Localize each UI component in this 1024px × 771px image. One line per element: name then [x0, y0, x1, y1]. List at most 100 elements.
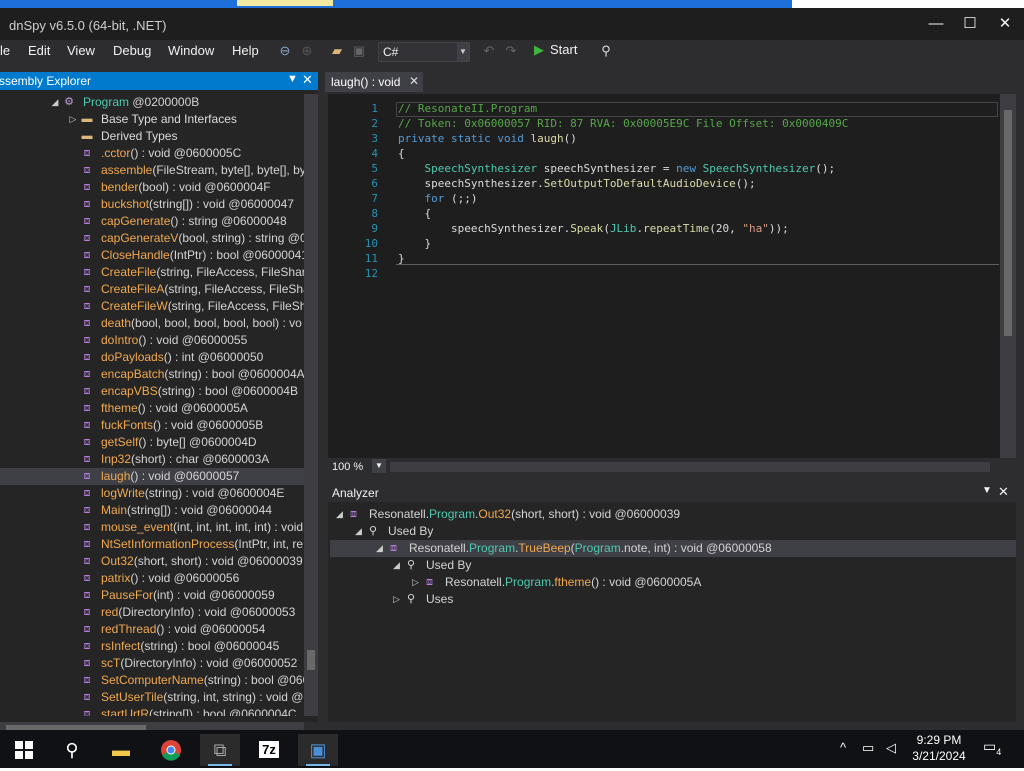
volume-icon[interactable]: ◁ — [886, 740, 896, 756]
code-line[interactable]: speechSynthesizer.Speak(JLib.repeatTime(… — [398, 222, 789, 235]
editor-vscroll[interactable] — [1000, 94, 1016, 458]
tree-method[interactable]: ⧈ ftheme() : void @0600005A — [0, 400, 304, 417]
menu-file[interactable]: le — [0, 43, 10, 58]
tree-method[interactable]: ⧈ CreateFileW(string, FileAccess, FileSha — [0, 298, 305, 315]
analyzer-tree[interactable]: ◢ ⧈ Resonatell.Program.Out32(short, short)… — [328, 502, 1016, 722]
file-explorer-icon[interactable]: ▬ — [101, 734, 141, 766]
tree-method[interactable]: ⧈ Main(string[]) : void @06000044 — [0, 502, 304, 519]
collapsed-icon[interactable]: ▷ — [393, 591, 400, 608]
menu-view[interactable]: View — [67, 43, 95, 58]
minimize-button[interactable]: — — [925, 14, 947, 34]
back-icon[interactable]: ⊖ — [276, 42, 294, 60]
tree-method[interactable]: ⧈ bender(bool) : void @0600004F — [0, 179, 304, 196]
code-line[interactable]: private static void laugh() — [398, 132, 577, 145]
tree-method[interactable]: ⧈ redThread() : void @06000054 — [0, 621, 304, 638]
code-line[interactable]: } — [398, 237, 431, 250]
windows-start-icon[interactable] — [4, 734, 44, 766]
tab-laugh[interactable]: laugh() : void ✕ — [325, 72, 423, 92]
tree-method[interactable]: ⧈ doPayloads() : int @06000050 — [0, 349, 304, 366]
tree-method[interactable]: ⧈ fuckFonts() : void @0600005B — [0, 417, 304, 434]
scroll-thumb[interactable] — [307, 650, 315, 670]
menu-debug[interactable]: Debug — [113, 43, 151, 58]
expanded-icon[interactable]: ◢ — [355, 523, 362, 540]
title-bar[interactable]: dnSpy v6.5.0 (64-bit, .NET) — ☐ ✕ — [0, 8, 1024, 40]
code-line[interactable]: // Token: 0x06000057 RID: 87 RVA: 0x0000… — [398, 117, 848, 130]
scroll-thumb[interactable] — [1004, 110, 1012, 336]
search-icon[interactable]: ⚲ — [52, 734, 92, 766]
expanded-icon[interactable]: ◢ — [393, 557, 400, 574]
zoom-level[interactable]: 100 % — [332, 461, 363, 473]
chrome-icon[interactable] — [151, 734, 191, 766]
language-select[interactable]: C# ▼ — [378, 42, 470, 62]
tree-method[interactable]: ⧈ SetComputerName(string) : bool @060 — [0, 672, 305, 689]
explorer-hscroll[interactable] — [0, 722, 304, 730]
dropdown-icon[interactable]: ▼ — [982, 485, 992, 496]
menu-window[interactable]: Window — [168, 43, 214, 58]
forward-icon[interactable]: ⊕ — [298, 42, 316, 60]
undo-icon[interactable]: ↶ — [480, 42, 498, 60]
analyzer-node[interactable]: ◢ ⧈ Resonatell.Program.TrueBeep(Program.no… — [330, 540, 1016, 557]
tree-method[interactable]: ⧈ doIntro() : void @06000055 — [0, 332, 304, 349]
tree-method[interactable]: ⧈ Inp32(short) : char @0600003A — [0, 451, 304, 468]
code-line[interactable]: for (;;) — [398, 192, 478, 205]
assembly-tree[interactable]: ◢ ⚙ Program @0200000B ▷ ▬ Base Type and Inter… — [0, 94, 304, 716]
tree-method[interactable]: ⧈ .cctor() : void @0600005C — [0, 145, 304, 162]
editor-hscroll[interactable] — [390, 462, 990, 472]
tree-method[interactable]: ⧈ encapVBS(string) : bool @0600004B — [0, 383, 304, 400]
tree-method[interactable]: ⧈ capGenerateV(bool, string) : string @0 — [0, 230, 305, 247]
close-icon[interactable]: ✕ — [998, 484, 1009, 500]
notification-icon[interactable]: ▭4 — [983, 738, 1005, 758]
dropdown-icon[interactable]: ▼ — [287, 73, 298, 85]
start-button[interactable]: ▶ Start — [534, 42, 577, 58]
code-line[interactable]: SpeechSynthesizer speechSynthesizer = ne… — [398, 162, 836, 175]
tree-method[interactable]: ⧈ assemble(FileStream, byte[], byte[], by — [0, 162, 305, 179]
expanded-icon[interactable]: ◢ — [336, 506, 343, 523]
tree-method[interactable]: ⧈ scT(DirectoryInfo) : void @06000052 — [0, 655, 304, 672]
tree-method[interactable]: ⧈ PauseFor(int) : void @06000059 — [0, 587, 304, 604]
expanded-icon[interactable]: ◢ — [376, 540, 383, 557]
collapsed-icon[interactable]: ▷ — [412, 574, 419, 591]
maximize-button[interactable]: ☐ — [959, 14, 981, 34]
code-line[interactable]: // ResonateII.Program — [398, 102, 537, 115]
redo-icon[interactable]: ↷ — [502, 42, 520, 60]
code-editor[interactable]: 1 2 3 4 5 6 7 8 9 10 11 12 // ResonateII.Program// … — [328, 94, 1016, 458]
network-icon[interactable]: ▭ — [862, 740, 874, 756]
code-line[interactable]: { — [398, 207, 431, 220]
tree-method[interactable]: ⧈ getSelf() : byte[] @0600004D — [0, 434, 304, 451]
tree-method[interactable]: ⧈ capGenerate() : string @06000048 — [0, 213, 304, 230]
clock[interactable]: 9:29 PM 3/21/2024 — [909, 732, 969, 764]
code-line[interactable]: { — [398, 147, 405, 160]
chevron-up-icon[interactable]: ^ — [840, 740, 846, 755]
menu-edit[interactable]: Edit — [28, 43, 50, 58]
tree-folder[interactable]: ▬ Derived Types — [0, 128, 304, 145]
tree-class[interactable]: ◢ ⚙ Program @0200000B — [0, 94, 304, 111]
tree-method[interactable]: ⧈ CloseHandle(IntPtr) : bool @06000041 — [0, 247, 305, 264]
tree-method[interactable]: ⧈ buckshot(string[]) : void @06000047 — [0, 196, 304, 213]
tree-method[interactable]: ⧈ rsInfect(string) : bool @06000045 — [0, 638, 304, 655]
tree-method[interactable]: ⧈ logWrite(string) : void @0600004E — [0, 485, 304, 502]
7zip-icon[interactable]: 7z — [249, 734, 289, 766]
tree-folder[interactable]: ▷ ▬ Base Type and Interfaces — [0, 111, 304, 128]
tree-method[interactable]: ⧈ mouse_event(int, int, int, int, int) : … — [0, 519, 304, 536]
tree-method[interactable]: ⧈ NtSetInformationProcess(IntPtr, int, re — [0, 536, 304, 553]
explorer-vscroll[interactable] — [304, 94, 318, 716]
collapsed-icon[interactable]: ▷ — [66, 112, 80, 126]
close-icon[interactable]: ✕ — [302, 72, 313, 88]
task-view-icon[interactable]: ⧉ — [200, 734, 240, 766]
chevron-down-icon[interactable]: ▼ — [372, 459, 386, 473]
dnspy-task-icon[interactable]: ▣ — [298, 734, 338, 766]
close-button[interactable]: ✕ — [994, 14, 1016, 34]
tree-method[interactable]: ⧈ startUrtR(string[]) : bool @0600004C — [0, 706, 304, 716]
tree-method[interactable]: ⧈ Out32(short, short) : void @06000039 — [0, 553, 304, 570]
tree-method[interactable]: ⧈ laugh() : void @06000057 — [0, 468, 304, 485]
tree-method[interactable]: ⧈ CreateFile(string, FileAccess, FileShar… — [0, 264, 305, 281]
save-icon[interactable]: ▣ — [350, 42, 368, 60]
tree-method[interactable]: ⧈ encapBatch(string) : bool @0600004A — [0, 366, 305, 383]
open-icon[interactable]: ▰ — [328, 42, 346, 60]
tree-method[interactable]: ⧈ red(DirectoryInfo) : void @06000053 — [0, 604, 304, 621]
search-icon[interactable]: ⚲ — [597, 42, 615, 60]
close-icon[interactable]: ✕ — [409, 74, 419, 88]
code-line[interactable]: speechSynthesizer.SetOutputToDefaultAudi… — [398, 177, 755, 190]
tree-method[interactable]: ⧈ death(bool, bool, bool, bool, bool) : v… — [0, 315, 304, 332]
tree-method[interactable]: ⧈ SetUserTile(string, int, string) : void… — [0, 689, 305, 706]
